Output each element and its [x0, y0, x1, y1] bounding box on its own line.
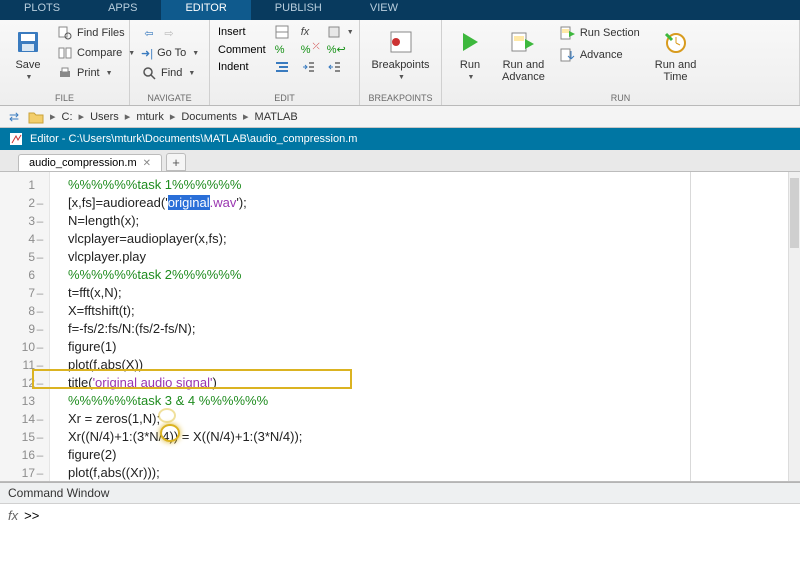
- code-editor[interactable]: 1 2– 3– 4– 5– 6 7– 8– 9– 10– 11– 12– 13 …: [0, 172, 800, 482]
- comment-label: Comment: [218, 44, 266, 56]
- comment-add-button[interactable]: %: [272, 43, 292, 57]
- chevron-down-icon: ▼: [347, 29, 354, 36]
- toolstrip: Save ▼ Find Files Compare▼ Print▼ FILE ⇦…: [0, 20, 800, 106]
- run-advance-button[interactable]: Run and Advance: [496, 24, 551, 87]
- chevron-down-icon: ▼: [106, 70, 113, 77]
- editor-title-bar: Editor - C:\Users\mturk\Documents\MATLAB…: [0, 128, 800, 150]
- goto-button[interactable]: ➜|Go To▼: [138, 44, 201, 62]
- indent-smart-button[interactable]: [272, 59, 292, 75]
- run-section-button[interactable]: Run Section: [557, 24, 643, 42]
- insert-fx-button[interactable]: fx: [298, 25, 318, 39]
- chevron-down-icon: ▼: [188, 70, 195, 77]
- run-button[interactable]: Run ▼: [450, 24, 490, 85]
- insert-section-button[interactable]: [272, 24, 292, 40]
- search-icon: [141, 65, 157, 81]
- save-button[interactable]: Save ▼: [8, 24, 48, 85]
- chevron-right-icon: ▸: [243, 110, 249, 123]
- arrow-right-icon: ⇨: [161, 25, 177, 41]
- chevron-right-icon: ▸: [125, 110, 131, 123]
- advance-icon: [560, 47, 576, 63]
- breakpoints-group-label: BREAKPOINTS: [360, 93, 441, 103]
- navigate-group-label: NAVIGATE: [130, 93, 209, 103]
- folder-icon[interactable]: [28, 109, 44, 125]
- indent-label: Indent: [218, 61, 266, 73]
- crumb-users[interactable]: Users: [90, 111, 119, 123]
- run-time-button[interactable]: Run and Time: [649, 24, 703, 87]
- close-tab-icon[interactable]: ✕: [143, 158, 151, 169]
- chevron-down-icon: ▼: [26, 74, 33, 81]
- run-advance-icon: [509, 28, 537, 56]
- crumb-c[interactable]: C:: [62, 111, 73, 123]
- file-group-label: FILE: [0, 93, 129, 103]
- edit-group-label: EDIT: [210, 93, 359, 103]
- find-files-button[interactable]: Find Files: [54, 24, 138, 42]
- find-files-icon: [57, 25, 73, 41]
- chevron-down-icon: ▼: [468, 74, 475, 81]
- ribbon-tabs: PLOTS APPS EDITOR PUBLISH VIEW: [0, 0, 800, 20]
- command-prompt[interactable]: fx >>: [0, 504, 800, 527]
- file-tab[interactable]: audio_compression.m ✕: [18, 154, 162, 171]
- run-group-label: RUN: [442, 93, 799, 103]
- line-gutter: 1 2– 3– 4– 5– 6 7– 8– 9– 10– 11– 12– 13 …: [0, 172, 50, 481]
- address-bar: ⇄ ▸ C: ▸ Users ▸ mturk ▸ Documents ▸ MAT…: [0, 106, 800, 128]
- vertical-scrollbar[interactable]: [788, 172, 800, 481]
- back-forward-icon[interactable]: ⇄: [6, 109, 22, 125]
- tab-apps[interactable]: APPS: [84, 0, 161, 20]
- run-time-icon: [662, 28, 690, 56]
- fx-icon: fx: [8, 508, 18, 523]
- code-area[interactable]: %%%%%%task 1%%%%%% [x,fs]=audioread('ori…: [50, 172, 800, 481]
- print-icon: [57, 65, 73, 81]
- tab-publish[interactable]: PUBLISH: [251, 0, 346, 20]
- editor-title-text: Editor - C:\Users\mturk\Documents\MATLAB…: [30, 133, 357, 145]
- chevron-right-icon: ▸: [79, 110, 85, 123]
- insert-label: Insert: [218, 26, 266, 38]
- goto-icon: ➜|: [141, 45, 153, 61]
- nav-arrows[interactable]: ⇦⇨: [138, 24, 201, 42]
- crumb-documents[interactable]: Documents: [181, 111, 237, 123]
- command-window-title: Command Window: [0, 483, 800, 504]
- chevron-right-icon: ▸: [170, 110, 176, 123]
- chevron-down-icon: ▼: [398, 74, 405, 81]
- arrow-left-icon: ⇦: [141, 25, 157, 41]
- editor-icon: [8, 131, 24, 147]
- play-icon: [456, 28, 484, 56]
- new-tab-button[interactable]: +: [166, 153, 186, 171]
- tab-editor[interactable]: EDITOR: [161, 0, 250, 20]
- breakpoint-icon: [387, 28, 415, 56]
- file-tab-bar: audio_compression.m ✕ +: [0, 150, 800, 172]
- run-section-icon: [560, 25, 576, 41]
- tab-view[interactable]: VIEW: [346, 0, 422, 20]
- advance-button[interactable]: Advance: [557, 46, 643, 64]
- comment-remove-button[interactable]: %⤫: [298, 43, 318, 57]
- crumb-mturk[interactable]: mturk: [136, 111, 164, 123]
- indent-right-button[interactable]: [298, 59, 318, 75]
- print-button[interactable]: Print▼: [54, 64, 138, 82]
- chevron-down-icon: ▼: [192, 50, 199, 57]
- breakpoints-button[interactable]: Breakpoints ▼: [365, 24, 435, 85]
- command-window: Command Window fx >>: [0, 482, 800, 527]
- find-button[interactable]: Find▼: [138, 64, 201, 82]
- insert-var-button[interactable]: ▼: [324, 24, 357, 40]
- chevron-right-icon: ▸: [50, 110, 56, 123]
- save-icon: [14, 28, 42, 56]
- indent-left-button[interactable]: [324, 59, 357, 75]
- compare-icon: [57, 45, 73, 61]
- tab-plots[interactable]: PLOTS: [0, 0, 84, 20]
- compare-button[interactable]: Compare▼: [54, 44, 138, 62]
- message-bar: [690, 172, 800, 481]
- crumb-matlab[interactable]: MATLAB: [255, 111, 298, 123]
- comment-wrap-button[interactable]: %↩: [324, 42, 357, 57]
